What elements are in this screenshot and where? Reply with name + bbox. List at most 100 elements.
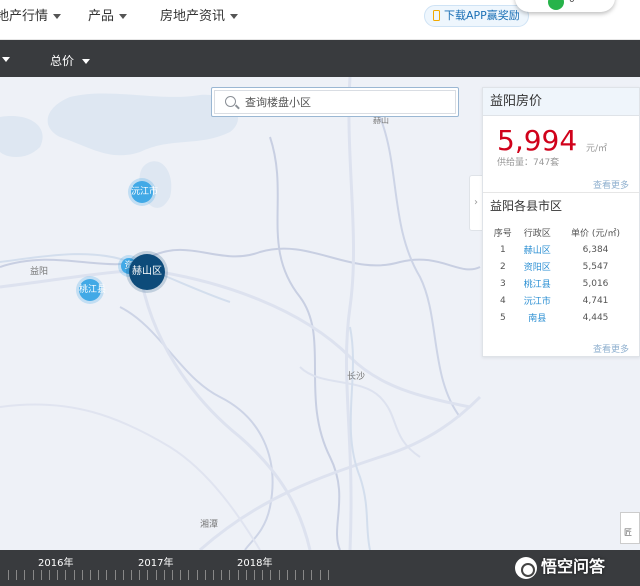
- download-app-button[interactable]: 下载APP赢奖励: [424, 5, 529, 27]
- timeline-tick: [270, 570, 272, 580]
- bubble-yuanjiang[interactable]: 沅江市: [131, 181, 158, 203]
- map-label-xiangtan: 湘潭: [200, 520, 219, 530]
- timeline-tick: [73, 570, 75, 580]
- panel-collapse-toggle[interactable]: ›: [469, 175, 482, 231]
- row-price: 5,547: [582, 261, 609, 272]
- filter-total-price[interactable]: 总价: [50, 52, 91, 69]
- view-more-link[interactable]: 查看更多: [593, 342, 629, 355]
- timeline-tick: [245, 570, 247, 580]
- watermark: 悟空问答: [515, 553, 606, 579]
- timeline-tick: [106, 570, 108, 580]
- chevron-down-icon: [2, 57, 10, 62]
- districts-title: 益阳各县市区: [483, 192, 639, 218]
- user-badge: 0: [569, 0, 575, 5]
- timeline-tick: [278, 570, 280, 580]
- timeline-tick: [237, 570, 239, 580]
- search-input[interactable]: [245, 94, 445, 110]
- property-search: [211, 87, 459, 117]
- timeline-tick: [40, 570, 42, 580]
- timeline-tick: [8, 570, 9, 580]
- search-inner: [214, 90, 456, 114]
- timeline-tick: [98, 570, 100, 580]
- timeline-tick: [204, 570, 206, 580]
- map-label-changsha: 长沙: [347, 372, 366, 382]
- row-price: 6,384: [582, 244, 609, 255]
- timeline-ticks: [0, 570, 335, 580]
- timeline-year[interactable]: 2016年: [38, 554, 73, 569]
- bubble-heshan[interactable]: 赫山区: [129, 254, 165, 290]
- table-row: 5 南县 4,445: [489, 309, 633, 326]
- row-index: 2: [499, 261, 506, 272]
- district-link[interactable]: 沅江市: [517, 292, 558, 309]
- timeline-tick: [122, 570, 124, 580]
- timeline-year[interactable]: 2018年: [237, 554, 272, 569]
- timeline-tick: [188, 570, 190, 580]
- timeline-tick: [32, 570, 34, 580]
- timeline-tick: [180, 570, 182, 580]
- timeline-tick: [262, 570, 264, 580]
- timeline-tick: [229, 570, 231, 580]
- column-header: 行政区: [523, 229, 551, 239]
- timeline-tick: [295, 570, 296, 580]
- table-row: 4 沅江市 4,741: [489, 292, 633, 309]
- timeline-tick: [303, 570, 305, 580]
- map-label-yiyang: 益阳: [30, 267, 49, 277]
- nav-market-trends[interactable]: 地产行情: [0, 5, 62, 24]
- timeline-tick: [114, 570, 116, 580]
- chevron-down-icon: [119, 14, 128, 19]
- watermark-text: 悟空问答: [541, 557, 606, 576]
- timeline-tick: [65, 570, 67, 580]
- timeline-tick: [57, 570, 59, 580]
- nav-realestate-news[interactable]: 房地产资讯: [160, 5, 239, 24]
- district-link[interactable]: 桃江县: [517, 275, 558, 292]
- timeline-tick: [163, 570, 165, 580]
- avatar: [548, 0, 564, 10]
- filter-bar: 总价: [0, 40, 640, 77]
- timeline-tick: [327, 570, 329, 580]
- chevron-down-icon: [53, 14, 62, 19]
- timeline-tick: [172, 570, 173, 580]
- row-price: 4,741: [582, 295, 609, 306]
- column-header: 序号: [493, 229, 512, 239]
- phone-icon: [433, 10, 440, 21]
- row-price: 4,445: [582, 312, 609, 323]
- price-panel: 益阳房价 5,994 元/㎡ 供给量：747套 查看更多 益阳各县市区 序号 行…: [482, 87, 640, 357]
- user-menu[interactable]: 0: [515, 0, 615, 12]
- district-link[interactable]: 赫山区: [517, 241, 558, 258]
- district-link[interactable]: 南县: [517, 309, 558, 326]
- district-price-table: 序号 行政区 单价 (元/㎡) 1 赫山区 6,384 2 资阳区 5,547 …: [489, 224, 633, 326]
- timeline-tick: [24, 570, 26, 580]
- timeline-tick: [196, 570, 198, 580]
- timeline-tick: [16, 570, 18, 580]
- map-scale-tab[interactable]: 匠: [620, 512, 640, 544]
- timeline-tick: [213, 570, 214, 580]
- timeline-tick: [49, 570, 50, 580]
- row-index: 1: [499, 244, 506, 255]
- table-header-row: 序号 行政区 单价 (元/㎡): [489, 224, 633, 241]
- timeline-tick: [319, 570, 321, 580]
- average-price: 5,994: [497, 124, 578, 157]
- row-index: 5: [499, 312, 506, 323]
- timeline-tick: [147, 570, 149, 580]
- timeline-tick: [254, 570, 255, 580]
- search-icon[interactable]: [225, 96, 236, 107]
- nav-products[interactable]: 产品: [88, 5, 128, 24]
- timeline-tick: [221, 570, 223, 580]
- bubble-taojiang[interactable]: 桃江县: [79, 279, 106, 301]
- nav-market-trends-label: 地产行情: [0, 9, 49, 24]
- district-link[interactable]: 资阳区: [517, 258, 558, 275]
- table-row: 3 桃江县 5,016: [489, 275, 633, 292]
- filter-dropdown-left[interactable]: [0, 52, 10, 66]
- timeline-tick: [81, 570, 83, 580]
- top-navigation: 地产行情 产品 房地产资讯 下载APP赢奖励 0: [0, 0, 640, 40]
- row-index: 3: [499, 278, 506, 289]
- timeline-tick: [286, 570, 288, 580]
- view-more-link[interactable]: 查看更多: [593, 178, 629, 191]
- filter-total-price-label: 总价: [50, 54, 75, 68]
- nav-products-label: 产品: [88, 9, 115, 24]
- wukong-logo-icon: [515, 556, 537, 579]
- price-unit: 元/㎡: [586, 144, 608, 154]
- timeline-tick: [90, 570, 91, 580]
- timeline-year[interactable]: 2017年: [138, 554, 173, 569]
- chevron-down-icon: [230, 14, 239, 19]
